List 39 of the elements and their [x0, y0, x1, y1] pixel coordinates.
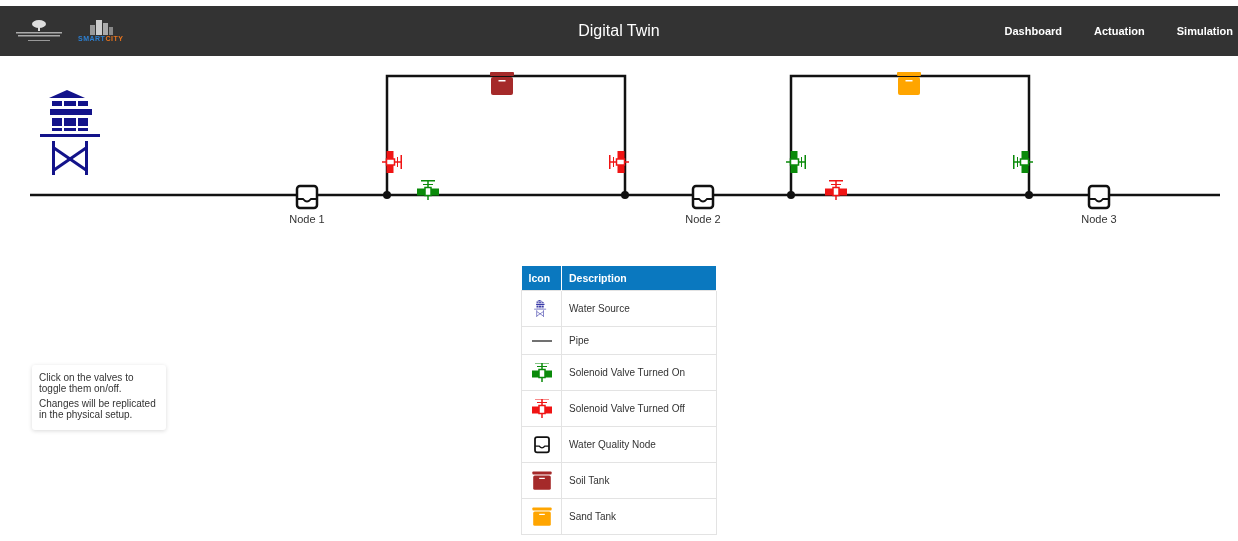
valve-icon [531, 362, 552, 383]
tank-icon [531, 470, 552, 491]
sensor-node-icon [691, 184, 715, 210]
valve-icon[interactable] [786, 151, 806, 173]
valve-icon[interactable] [609, 151, 629, 173]
table-cell: Water Source [561, 290, 717, 327]
water-tower-icon [40, 90, 100, 175]
pipe-line-icon [531, 340, 552, 343]
nav-link[interactable]: Dashboard [1004, 25, 1063, 37]
junction-dot [383, 191, 391, 199]
junction-dot [621, 191, 629, 199]
junction-dot [787, 191, 795, 199]
table-cell: Water Quality Node [561, 426, 717, 463]
column-header: Description [561, 266, 717, 291]
tank-icon [531, 506, 552, 527]
nav-link[interactable]: Actuation [1094, 25, 1145, 37]
valve-icon[interactable] [382, 151, 402, 173]
institute-logo-drawing [14, 18, 64, 44]
valve-icon[interactable] [1013, 151, 1033, 173]
table-cell: Pipe [561, 326, 717, 355]
column-header: Icon [521, 266, 562, 291]
node-label: Node 3 [1081, 213, 1117, 225]
valve-icon [531, 398, 552, 419]
node-label: Node 2 [685, 213, 721, 225]
table-cell: Sand Tank [561, 498, 717, 535]
table-cell: Soil Tank [561, 462, 717, 499]
info-text: Changes will be replicated in the physical setup. [39, 398, 157, 420]
sensor-node-icon [531, 434, 552, 455]
sensor-node-icon [1087, 184, 1111, 210]
junction-dot [1025, 191, 1033, 199]
table-cell: Solenoid Valve Turned On [561, 354, 717, 391]
app-title: Digital Twin [578, 22, 660, 40]
valve-icon[interactable] [417, 180, 439, 200]
sensor-node-icon [295, 184, 319, 210]
node-label: Node 1 [289, 213, 325, 225]
nav-link[interactable]: Simulation [1176, 25, 1233, 37]
table-cell: Solenoid Valve Turned Off [561, 390, 717, 427]
valve-icon[interactable] [825, 180, 847, 200]
info-text: Click on the valves to toggle them on/off. [39, 372, 135, 394]
